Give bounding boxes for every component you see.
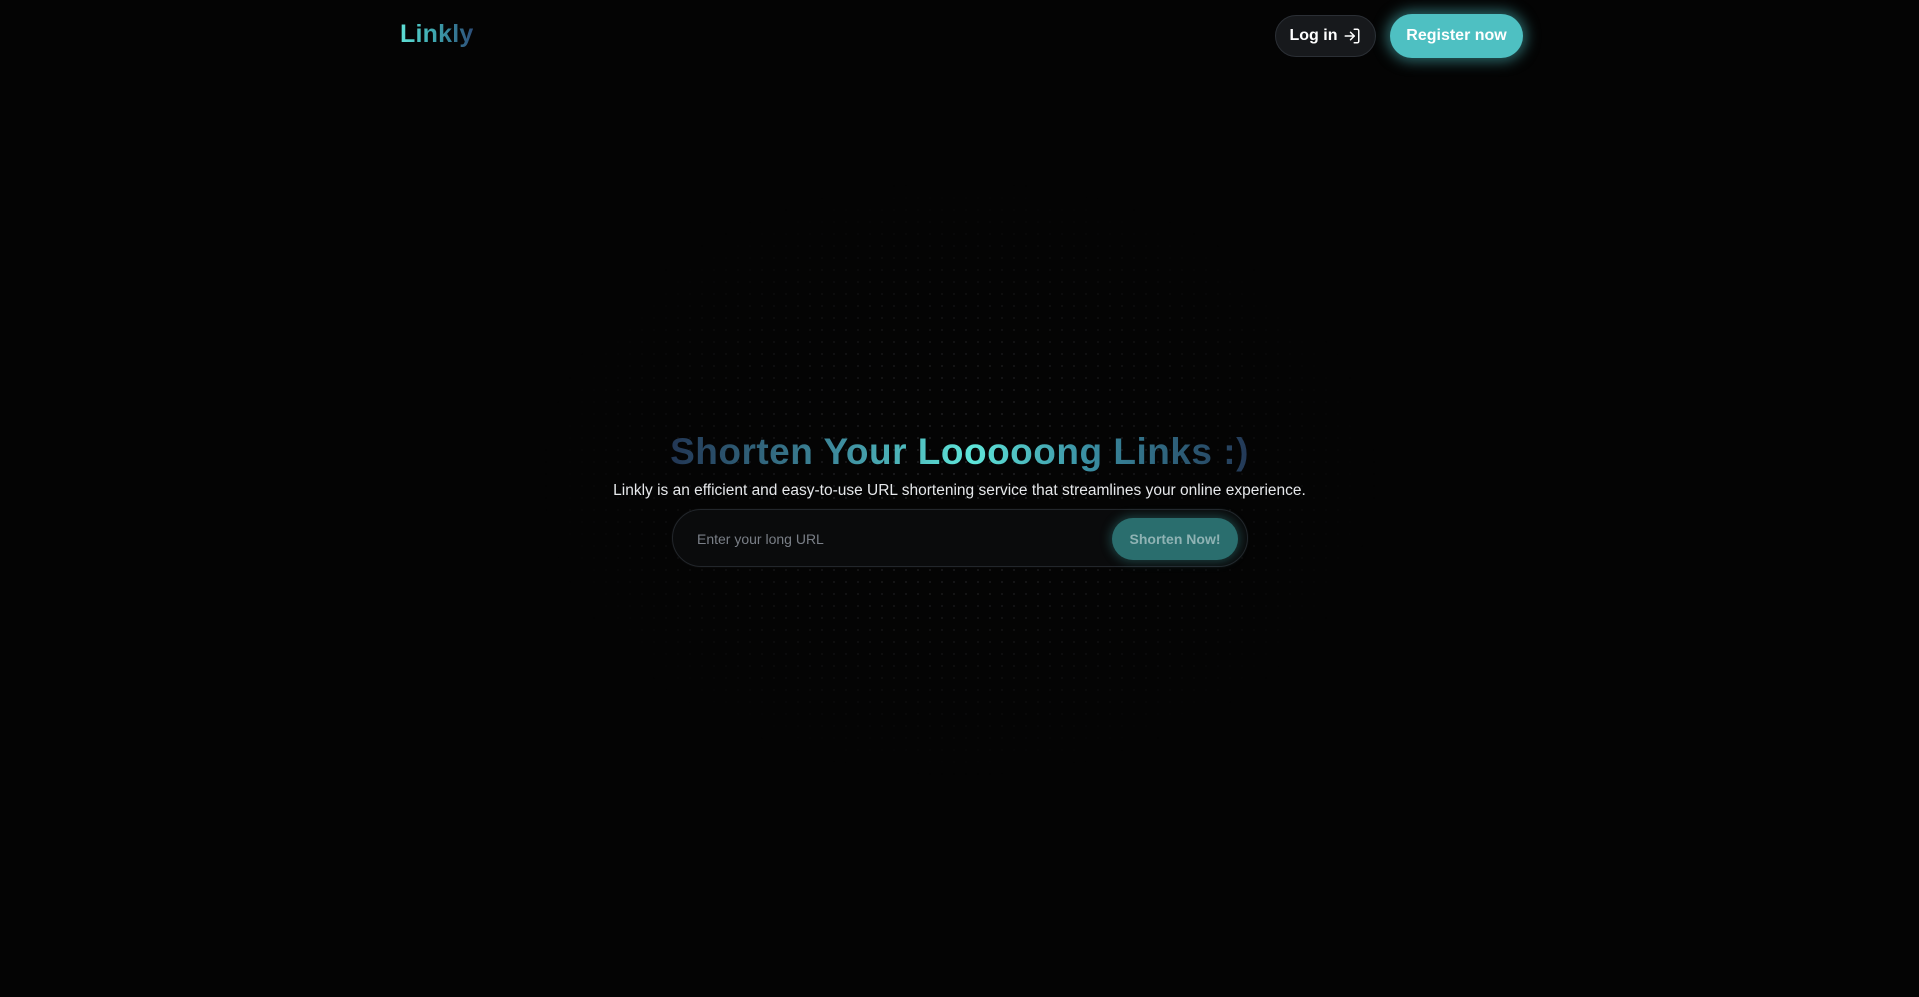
register-button[interactable]: Register now (1390, 14, 1523, 58)
shorten-form: Shorten Now! (672, 509, 1248, 567)
sign-in-arrow-icon (1343, 27, 1361, 45)
header: Linkly Log in Register now (0, 0, 1919, 75)
page-subtitle: Linkly is an efficient and easy-to-use U… (613, 482, 1306, 499)
login-button[interactable]: Log in (1275, 15, 1376, 57)
hero: Shorten Your Looooong Links :) Linkly is… (0, 426, 1919, 502)
shorten-now-button[interactable]: Shorten Now! (1112, 518, 1238, 560)
page-title: Shorten Your Looooong Links :) (670, 426, 1249, 478)
login-button-label: Log in (1289, 27, 1338, 44)
long-url-input[interactable] (697, 524, 1097, 554)
logo[interactable]: Linkly (400, 20, 473, 49)
page: Linkly Log in Register now Shorten Your … (0, 0, 1919, 997)
